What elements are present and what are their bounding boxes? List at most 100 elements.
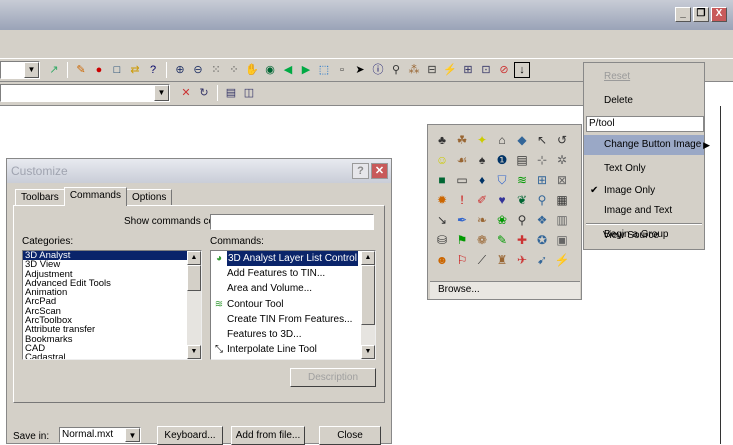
menu-item-image-and-text[interactable]: Image and Text (584, 201, 704, 221)
scroll-thumb[interactable] (361, 265, 375, 325)
zoom-out-icon[interactable]: ⊖ (190, 62, 206, 78)
wand-icon[interactable]: ⚡ (552, 250, 572, 270)
city-icon[interactable]: ♜ (492, 250, 512, 270)
document-icon[interactable]: ▤ (512, 150, 532, 170)
xy-icon[interactable]: ⁂ (406, 62, 422, 78)
compass-icon[interactable]: ✲ (552, 150, 572, 170)
chevron-down-icon[interactable]: ▼ (24, 62, 39, 78)
house-icon[interactable]: ⌂ (492, 130, 512, 150)
group-icon[interactable]: ♠ (472, 150, 492, 170)
editor-icon[interactable]: ✎ (73, 62, 89, 78)
plant-icon[interactable]: ❁ (472, 230, 492, 250)
chart-icon[interactable]: ⊞ (532, 170, 552, 190)
heart-icon[interactable]: ♥ (492, 190, 512, 210)
back-icon[interactable]: ◀ (280, 62, 296, 78)
tab-commands[interactable]: Commands (63, 187, 127, 206)
help-button[interactable]: ? (352, 163, 369, 179)
loop-icon[interactable]: ↺ (552, 130, 572, 150)
commands-scrollbar[interactable]: ▲ ▼ (361, 251, 375, 359)
scale-icon[interactable]: ↗ (46, 62, 62, 78)
book-icon[interactable]: ■ (432, 170, 452, 190)
save-in-select[interactable]: Normal.mxt ▼ (59, 427, 141, 443)
menu-item-text-only[interactable]: Text Only (584, 159, 704, 179)
scroll-thumb[interactable] (187, 265, 201, 291)
smiley-icon[interactable]: ☺ (432, 150, 452, 170)
toolbar-combo[interactable]: ▼ (0, 61, 40, 79)
cylinder-icon[interactable]: ⛁ (432, 230, 452, 250)
layers2-icon[interactable]: ≋ (512, 170, 532, 190)
table-row[interactable]: ◕ 3D Analyst Layer List Control (211, 251, 375, 267)
gift-icon[interactable]: ✚ (512, 230, 532, 250)
flag2-icon[interactable]: ⚐ (452, 250, 472, 270)
scroll-down-icon[interactable]: ▼ (361, 345, 375, 359)
graph-icon[interactable]: ◫ (241, 85, 257, 101)
scroll-up-icon[interactable]: ▲ (187, 251, 201, 265)
table-row[interactable]: ⤡ Interpolate Line Tool (211, 342, 375, 357)
rotate-icon[interactable]: ↻ (196, 85, 212, 101)
cross-icon[interactable]: ✕ (178, 85, 194, 101)
name-input[interactable]: P/tool (586, 116, 704, 132)
shield-icon[interactable]: ⛉ (492, 170, 512, 190)
select-features-icon[interactable]: ⬚ (316, 62, 332, 78)
cursor2-icon[interactable]: ➹ (532, 250, 552, 270)
close-window-button[interactable]: X (711, 7, 727, 22)
tab-options[interactable]: Options (125, 189, 173, 206)
forward-icon[interactable]: ▶ (298, 62, 314, 78)
person-icon[interactable]: ☻ (432, 250, 452, 270)
table-row[interactable]: Add Features to TIN... (211, 266, 375, 281)
flag-icon[interactable]: ⚑ (452, 230, 472, 250)
scroll-down-icon[interactable]: ▼ (187, 345, 201, 359)
help-icon[interactable]: ? (145, 62, 161, 78)
pig-icon[interactable]: ❦ (512, 190, 532, 210)
leaf-icon[interactable]: ❧ (472, 210, 492, 230)
list-item[interactable]: Bookmarks (23, 334, 187, 344)
search-input[interactable] (210, 214, 374, 230)
badge-icon[interactable]: ✪ (532, 230, 552, 250)
minimize-button[interactable]: _ (675, 7, 691, 22)
list-item[interactable]: Cadastral (23, 353, 187, 359)
select-elements-icon[interactable]: ▫ (334, 62, 350, 78)
gem-icon[interactable]: ❖ (532, 210, 552, 230)
browse-button[interactable]: Browse... (430, 281, 580, 299)
pointer-icon[interactable]: ➤ (352, 62, 368, 78)
drop-icon[interactable]: ♦ (472, 170, 492, 190)
table-icon[interactable]: ▥ (552, 210, 572, 230)
menu-item-view-source[interactable]: View Source (583, 226, 705, 246)
no-icon[interactable]: ⊘ (496, 62, 512, 78)
hyperlink-icon[interactable]: ⚡ (442, 62, 458, 78)
box-icon[interactable]: ⊠ (552, 170, 572, 190)
identify-icon[interactable]: ⓘ (370, 62, 386, 78)
menu-item-image-only[interactable]: ✔ Image Only (584, 181, 704, 201)
custom-button-icon[interactable]: ↓ (514, 62, 530, 78)
measure-icon[interactable]: ⊟ (424, 62, 440, 78)
catalog-icon[interactable]: ⊡ (478, 62, 494, 78)
info-icon[interactable]: ❶ (492, 150, 512, 170)
query-icon[interactable]: ⊹ (532, 150, 552, 170)
frame-icon[interactable]: □ (109, 62, 125, 78)
fixed-zoom-out-icon[interactable]: ⁘ (226, 62, 242, 78)
categories-list[interactable]: ▲ ▼ 3D Analyst 3D View Adjustment Advanced … (22, 250, 202, 360)
menu-item-reset[interactable]: Reset (584, 67, 704, 87)
color-icon[interactable]: ● (91, 62, 107, 78)
pen-icon[interactable]: ✒ (452, 210, 472, 230)
globe-icon[interactable]: ◉ (262, 62, 278, 78)
map-tips-icon[interactable]: ⊞ (460, 62, 476, 78)
commands-list[interactable]: ▲ ▼ ◕ 3D Analyst Layer List Control Add Fe… (210, 250, 376, 360)
chevron-down-icon[interactable]: ▼ (154, 85, 169, 101)
pin-icon[interactable]: ⚲ (512, 210, 532, 230)
lens-icon[interactable]: ⚲ (532, 190, 552, 210)
pet2-icon[interactable]: ☙ (452, 150, 472, 170)
cursor-icon[interactable]: ↖ (532, 130, 552, 150)
categories-scrollbar[interactable]: ▲ ▼ (187, 251, 201, 359)
table-row[interactable]: Features to 3D... (211, 327, 375, 342)
scroll-up-icon[interactable]: ▲ (361, 251, 375, 265)
table-row[interactable]: ⊥Interpolate Point Tool (211, 357, 375, 359)
close-icon[interactable]: ✕ (371, 163, 388, 179)
paint-icon[interactable]: ✐ (472, 190, 492, 210)
palette-icon[interactable]: ❀ (492, 210, 512, 230)
layer-combo[interactable]: ▼ (0, 84, 170, 102)
bird-icon[interactable]: ✈ (512, 250, 532, 270)
close-button[interactable]: Close (319, 426, 381, 445)
window-icon[interactable]: ▣ (552, 230, 572, 250)
description-button[interactable]: Description (290, 368, 376, 387)
